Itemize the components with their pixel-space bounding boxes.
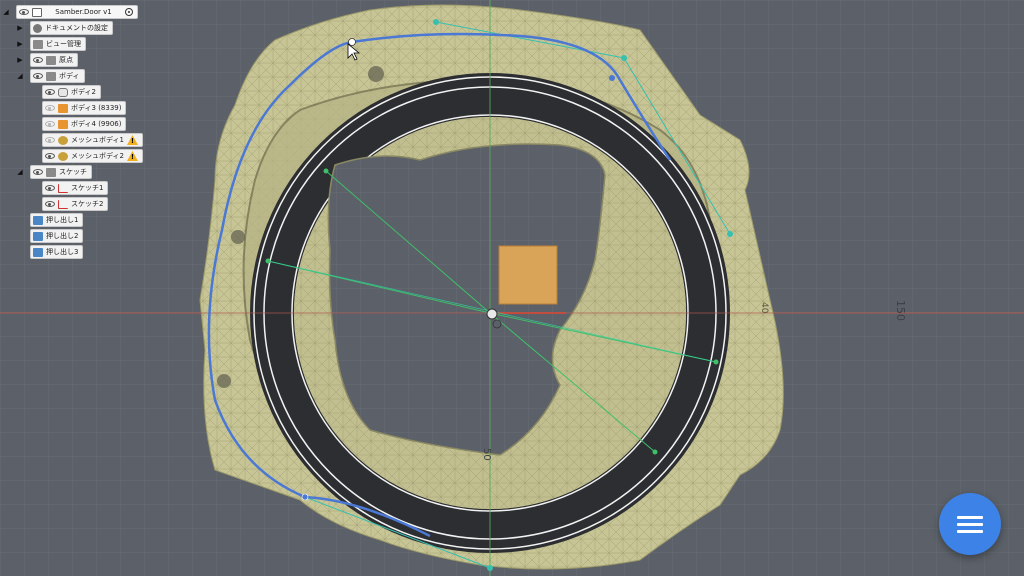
item-label: メッシュボディ2 xyxy=(71,152,124,160)
expand-triangle-icon[interactable]: ▶ xyxy=(16,24,24,32)
extrude-icon xyxy=(33,231,43,241)
item-label: ボディ3 (8339) xyxy=(71,104,122,112)
item-label: 押し出し1 xyxy=(46,216,79,224)
item-label: 原点 xyxy=(59,56,73,64)
browser-panel: ◢ Samber.Door v1 ▶ ドキュメントの設定 ▶ ビュー管理 ▶ 原… xyxy=(0,0,190,270)
item-label: ビュー管理 xyxy=(46,40,81,48)
item-label: スケッチ xyxy=(59,168,87,176)
sketch-point[interactable] xyxy=(652,449,658,455)
extrude-icon xyxy=(33,215,43,225)
orange-body[interactable] xyxy=(498,245,558,305)
item-label: ドキュメントの設定 xyxy=(45,24,108,32)
screw-hole xyxy=(217,374,231,388)
extrude-icon xyxy=(33,247,43,257)
gear-icon xyxy=(33,23,42,33)
document-icon xyxy=(32,7,42,17)
browser-item-sketch1[interactable]: スケッチ1 xyxy=(42,181,109,195)
sketch-icon xyxy=(58,199,68,209)
item-label: ボディ4 (9906) xyxy=(71,120,122,128)
dimension-150[interactable]: 150 xyxy=(894,300,907,321)
visibility-eye-icon[interactable] xyxy=(45,153,55,159)
spline-point[interactable] xyxy=(609,75,615,81)
browser-item-extrude2[interactable]: 押し出し2 xyxy=(30,229,84,243)
item-label: 押し出し3 xyxy=(46,248,79,256)
visibility-eye-icon[interactable] xyxy=(33,73,43,79)
browser-item-body4[interactable]: ボディ4 (9906) xyxy=(42,117,127,131)
item-label: ボディ2 xyxy=(71,88,96,96)
orange-body-icon xyxy=(58,103,68,113)
browser-item-document-settings[interactable]: ドキュメントの設定 xyxy=(30,21,113,35)
visibility-eye-icon[interactable] xyxy=(45,137,55,143)
sketch-icon xyxy=(58,183,68,193)
mesh-body-icon xyxy=(58,151,68,161)
visibility-eye-icon[interactable] xyxy=(45,201,55,207)
folder-icon xyxy=(46,167,56,177)
browser-item-body2[interactable]: ボディ2 xyxy=(42,85,101,99)
active-radio-icon[interactable] xyxy=(125,8,133,16)
dimension-40[interactable]: 40 xyxy=(759,302,769,314)
item-label: スケッチ1 xyxy=(71,184,104,192)
browser-item-mesh-body1[interactable]: メッシュボディ1 ! xyxy=(42,133,143,147)
browser-item-bodies[interactable]: ボディ xyxy=(30,69,85,83)
warning-icon[interactable]: ! xyxy=(126,135,138,145)
solid-body-icon xyxy=(58,87,68,97)
sketch-point[interactable] xyxy=(265,258,271,264)
screw-hole xyxy=(231,230,245,244)
expand-triangle-icon[interactable]: ▶ xyxy=(16,40,24,48)
menu-fab-button[interactable] xyxy=(939,493,1001,555)
browser-item-sketch2[interactable]: スケッチ2 xyxy=(42,197,109,211)
visibility-eye-icon[interactable] xyxy=(45,89,55,95)
spline-point[interactable] xyxy=(621,55,627,61)
visibility-eye-icon[interactable] xyxy=(45,185,55,191)
spline-point[interactable] xyxy=(433,19,439,25)
folder-icon xyxy=(33,39,43,49)
spline-point[interactable] xyxy=(487,565,493,571)
browser-item-view-management[interactable]: ビュー管理 xyxy=(30,37,86,51)
browser-item-extrude1[interactable]: 押し出し1 xyxy=(30,213,84,227)
browser-item-extrude3[interactable]: 押し出し3 xyxy=(30,245,84,259)
root-label: Samber.Door v1 xyxy=(55,8,112,16)
item-label: ボディ xyxy=(59,72,80,80)
visibility-eye-icon[interactable] xyxy=(45,121,55,127)
browser-item-origin[interactable]: 原点 xyxy=(30,53,78,67)
browser-item-sketches[interactable]: スケッチ xyxy=(30,165,92,179)
origin-point[interactable] xyxy=(486,308,498,320)
warning-icon[interactable]: ! xyxy=(126,151,138,161)
collapse-triangle-icon[interactable]: ◢ xyxy=(16,168,24,176)
folder-icon xyxy=(46,71,56,81)
sketch-point[interactable] xyxy=(323,168,329,174)
browser-root[interactable]: Samber.Door v1 xyxy=(16,5,138,19)
item-label: メッシュボディ1 xyxy=(71,136,124,144)
collapse-triangle-icon[interactable]: ◢ xyxy=(2,8,10,16)
visibility-eye-icon[interactable] xyxy=(19,9,29,15)
visibility-eye-icon[interactable] xyxy=(33,169,43,175)
item-label: 押し出し2 xyxy=(46,232,79,240)
spline-point[interactable] xyxy=(301,493,309,501)
expand-triangle-icon[interactable]: ▶ xyxy=(16,56,24,64)
sketch-point[interactable] xyxy=(713,359,719,365)
menu-icon xyxy=(957,512,983,537)
screw-hole xyxy=(368,66,384,82)
visibility-eye-icon[interactable] xyxy=(33,57,43,63)
item-label: スケッチ2 xyxy=(71,200,104,208)
orange-body-icon xyxy=(58,119,68,129)
dimension-50[interactable]: 50 xyxy=(481,448,492,461)
mesh-body-icon xyxy=(58,135,68,145)
collapse-triangle-icon[interactable]: ◢ xyxy=(16,72,24,80)
spline-point[interactable] xyxy=(727,231,733,237)
browser-item-mesh-body2[interactable]: メッシュボディ2 ! xyxy=(42,149,143,163)
folder-icon xyxy=(46,55,56,65)
browser-item-body3[interactable]: ボディ3 (8339) xyxy=(42,101,127,115)
spline-point[interactable] xyxy=(348,38,356,46)
visibility-eye-icon[interactable] xyxy=(45,105,55,111)
